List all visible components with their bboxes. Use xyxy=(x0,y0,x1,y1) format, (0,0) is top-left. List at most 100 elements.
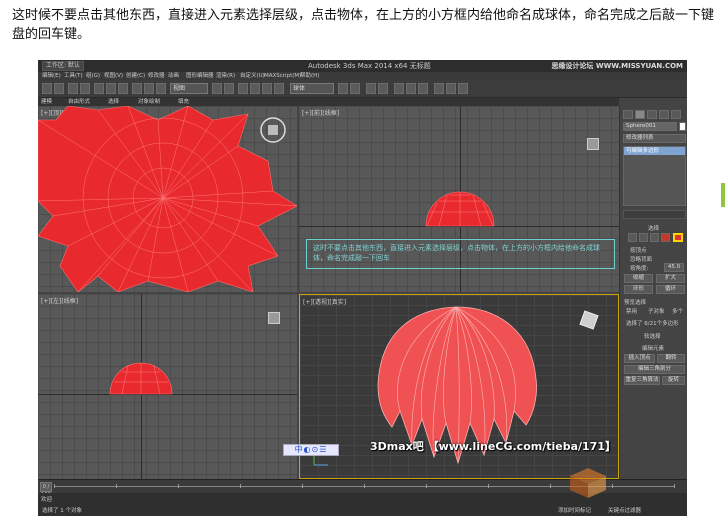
edit-triangulation-button[interactable]: 编辑三角剖分 xyxy=(624,365,685,374)
render-icon[interactable] xyxy=(458,83,468,94)
bottom-tools-strip[interactable]: 中◐⊙☰ xyxy=(283,444,339,456)
element-mode-icon[interactable] xyxy=(673,233,683,242)
viewport-left[interactable]: [+][左][线框] xyxy=(38,294,297,479)
menu-maxscript[interactable]: MAXScript(M) xyxy=(264,72,301,80)
angle-snap-icon[interactable] xyxy=(250,83,260,94)
main-toolbar: 视图 球体 xyxy=(38,80,687,98)
preview-multiple-radio[interactable]: 多个 xyxy=(672,307,683,315)
percent-snap-icon[interactable] xyxy=(262,83,272,94)
by-angle-checkbox[interactable]: 按角度: xyxy=(630,264,648,272)
site-watermark: 3Dmax吧 【www.lineCG.com/tieba/171】 xyxy=(370,440,616,453)
rollout-edit-elements[interactable]: 编辑元素 xyxy=(642,344,664,352)
spinner-snap-icon[interactable] xyxy=(274,83,284,94)
menu-help[interactable]: 帮助(H) xyxy=(300,72,319,80)
schematic-icon[interactable] xyxy=(406,83,416,94)
select-region-icon[interactable] xyxy=(106,83,116,94)
window-title: Autodesk 3ds Max 2014 x64 无标题 xyxy=(308,62,431,70)
preview-selection-label: 预览选择 xyxy=(624,300,647,306)
timeline-tick xyxy=(426,484,427,488)
menu-edit[interactable]: 编辑(E) xyxy=(42,72,61,80)
redo-icon[interactable] xyxy=(54,83,64,94)
menu-group[interactable]: 组(G) xyxy=(86,72,100,80)
stack-item-editable-poly[interactable]: 可编辑多边形 xyxy=(624,147,685,155)
menu-graph-editors[interactable]: 图形编辑器 xyxy=(186,72,214,80)
grow-button[interactable]: 扩大 xyxy=(656,274,685,283)
manipulate-icon[interactable] xyxy=(224,83,234,94)
ribbon-toggle-icon[interactable] xyxy=(378,83,388,94)
turn-button[interactable]: 旋转 xyxy=(662,376,685,385)
reference-coord-combo[interactable]: 视图 xyxy=(170,83,208,94)
select-icon[interactable] xyxy=(94,83,104,94)
border-mode-icon[interactable] xyxy=(650,233,659,242)
retriangulate-button[interactable]: 重复三角算法 xyxy=(624,376,660,385)
title-bar: 工作区: 默认 Autodesk 3ds Max 2014 x64 无标题 思缘… xyxy=(38,60,687,72)
tab-modeling[interactable]: 建模 xyxy=(41,98,52,106)
named-selection-combo[interactable]: 球体 xyxy=(290,83,334,94)
workspace-dropdown[interactable]: 工作区: 默认 xyxy=(42,61,84,71)
site-logo-watermark xyxy=(570,468,606,498)
maxscript-listener[interactable]: 欢迎 xyxy=(41,495,52,503)
preview-disabled-radio[interactable]: 禁用 xyxy=(626,307,637,315)
tab-selection[interactable]: 选择 xyxy=(108,98,119,106)
menu-tools[interactable]: 工具(T) xyxy=(64,72,83,80)
viewport-top[interactable]: [+][顶][线框] xyxy=(38,106,297,292)
rollout-soft-selection[interactable]: 软选择 xyxy=(644,332,661,340)
display-tab-icon[interactable] xyxy=(671,110,681,119)
motion-tab-icon[interactable] xyxy=(659,110,669,119)
shrink-button[interactable]: 收缩 xyxy=(624,274,653,283)
polygon-mode-icon[interactable] xyxy=(661,233,670,242)
mirror-icon[interactable] xyxy=(338,83,348,94)
move-icon[interactable] xyxy=(132,83,142,94)
tutorial-caption: 这时候不要点击其他东西，直接进入元素选择层级，点击物体，在上方的小方框内给他命名… xyxy=(12,8,715,42)
ring-button[interactable]: 环形 xyxy=(624,285,653,294)
menu-create[interactable]: 创建(C) xyxy=(126,72,145,80)
rotate-icon[interactable] xyxy=(144,83,154,94)
menu-bar: 编辑(E) 工具(T) 组(G) 视图(V) 创建(C) 修改器 动画 图形编辑… xyxy=(38,72,687,80)
angle-spinner[interactable]: 45.0 xyxy=(664,263,684,272)
window-crossing-icon[interactable] xyxy=(118,83,128,94)
ignore-backfacing-checkbox[interactable]: 忽略背面 xyxy=(630,255,652,263)
tab-freeform[interactable]: 自由形式 xyxy=(68,98,90,106)
undo-icon[interactable] xyxy=(42,83,52,94)
key-filters[interactable]: 关键点过滤器 xyxy=(608,506,641,514)
menu-animation[interactable]: 动画 xyxy=(168,72,179,80)
loop-button[interactable]: 循环 xyxy=(656,285,685,294)
render-setup-icon[interactable] xyxy=(434,83,444,94)
object-name-field[interactable]: Sphere001 xyxy=(623,122,677,131)
pivot-icon[interactable] xyxy=(212,83,222,94)
menu-customize[interactable]: 自定义(U) xyxy=(240,72,265,80)
create-tab-icon[interactable] xyxy=(623,110,633,119)
timeline-tick xyxy=(116,484,117,488)
link-icon[interactable] xyxy=(68,83,78,94)
menu-rendering[interactable]: 渲染(R) xyxy=(216,72,235,80)
add-time-tag[interactable]: 添加时间标记 xyxy=(558,506,591,514)
by-vertex-checkbox[interactable]: 按顶点 xyxy=(630,246,647,254)
edge-mode-icon[interactable] xyxy=(639,233,648,242)
scale-icon[interactable] xyxy=(156,83,166,94)
modify-tab-icon[interactable] xyxy=(635,110,645,119)
modifier-list-dropdown[interactable]: 修改器列表 xyxy=(623,134,686,143)
material-editor-icon[interactable] xyxy=(418,83,428,94)
forum-watermark: 思缘设计论坛 WWW.MISSYUAN.COM xyxy=(551,62,683,70)
snap-icon[interactable] xyxy=(238,83,248,94)
layer-icon[interactable] xyxy=(366,83,376,94)
preview-subobject-radio[interactable]: 子对象 xyxy=(648,307,665,315)
menu-views[interactable]: 视图(V) xyxy=(104,72,123,80)
menu-modifiers[interactable]: 修改器 xyxy=(148,72,165,80)
vertex-mode-icon[interactable] xyxy=(628,233,637,242)
insert-vertex-button[interactable]: 插入顶点 xyxy=(624,354,655,363)
flip-button[interactable]: 翻转 xyxy=(657,354,685,363)
object-color-swatch[interactable] xyxy=(679,122,686,131)
time-slider-thumb[interactable]: 0 / 100 xyxy=(40,482,52,498)
timeline-tick xyxy=(674,484,675,488)
align-icon[interactable] xyxy=(350,83,360,94)
rollout-selection-title[interactable]: 选择 xyxy=(648,224,659,232)
tab-object-paint[interactable]: 对象绘制 xyxy=(138,98,160,106)
unlink-icon[interactable] xyxy=(80,83,90,94)
curve-editor-icon[interactable] xyxy=(394,83,404,94)
render-frame-icon[interactable] xyxy=(446,83,456,94)
tab-populate[interactable]: 填充 xyxy=(178,98,189,106)
timeline-tick xyxy=(178,484,179,488)
hierarchy-tab-icon[interactable] xyxy=(647,110,657,119)
selection-status-text: 选择了 6/21个多边形 xyxy=(626,321,679,327)
